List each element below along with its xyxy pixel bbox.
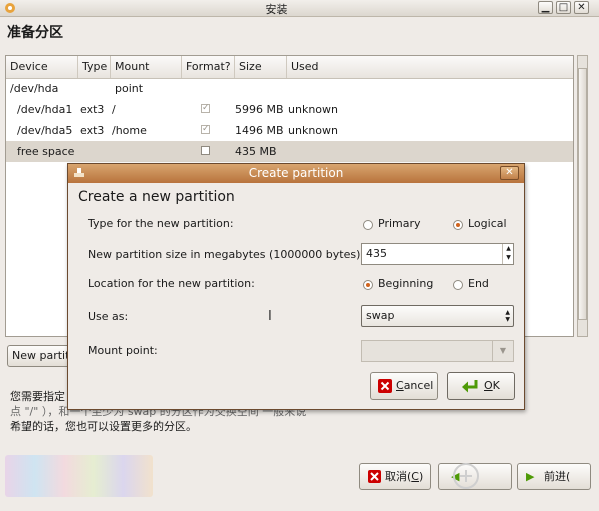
watermark-graphic	[453, 463, 479, 489]
table-row-selected[interactable]: free space 435 MB	[6, 141, 573, 162]
table-header: Device Type Mount point Format? Size Use…	[6, 56, 573, 95]
main-cancel-label: 取消(C)	[385, 470, 424, 483]
beginning-radio[interactable]	[363, 280, 373, 290]
format-checkbox[interactable]: ✓	[201, 104, 210, 113]
vertical-scrollbar[interactable]	[577, 55, 588, 337]
use-as-combobox[interactable]: swap ▲ ▼	[361, 305, 514, 327]
mount-point-label: Mount point:	[88, 344, 158, 357]
beginning-radio-label[interactable]: Beginning	[378, 277, 433, 290]
dialog-ok-button[interactable]: OK	[447, 372, 515, 400]
cell-mount: /home	[112, 124, 147, 137]
table-row[interactable]: /dev/hda1 ext3 / ✓ 5996 MB unknown	[6, 99, 573, 120]
dialog-ok-label: OK	[484, 379, 500, 392]
primary-radio-label[interactable]: Primary	[378, 217, 421, 230]
use-as-label: Use as:	[88, 310, 129, 323]
dialog-titlebar[interactable]: Create partition ✕	[68, 164, 524, 183]
cell-device: /dev/hda	[10, 82, 59, 95]
combo-arrows-icon: ▲ ▼	[505, 309, 510, 323]
use-as-value: swap	[366, 309, 395, 322]
type-label: Type for the new partition:	[88, 217, 234, 230]
window-title: 安装	[265, 3, 288, 16]
chevron-down-icon: ▼	[492, 341, 513, 361]
format-checkbox[interactable]	[201, 146, 210, 155]
info-text-line3: 希望的话，您也可以设置更多的分区。	[10, 420, 197, 433]
dialog-cancel-button[interactable]: Cancel	[370, 372, 438, 400]
maximize-button[interactable]: □	[556, 1, 571, 14]
ok-return-arrow-icon	[462, 380, 478, 393]
dialog-title: Create partition	[248, 166, 344, 180]
cell-type: ext3	[80, 103, 105, 116]
create-partition-dialog[interactable]: Create partition ✕ Create a new partitio…	[67, 163, 525, 410]
end-radio[interactable]	[453, 280, 463, 290]
primary-radio[interactable]	[363, 220, 373, 230]
mount-point-combobox[interactable]: ▼	[361, 340, 514, 362]
close-button[interactable]: ✕	[574, 1, 589, 14]
table-row[interactable]: /dev/hda	[6, 78, 573, 99]
location-label: Location for the new partition:	[88, 277, 255, 290]
column-header-device[interactable]: Device	[6, 56, 78, 78]
cell-device: /dev/hda1	[17, 103, 73, 116]
watermark	[450, 456, 590, 496]
column-header-type[interactable]: Type	[78, 56, 111, 78]
logical-radio-label[interactable]: Logical	[468, 217, 507, 230]
cell-used: unknown	[288, 103, 338, 116]
dialog-heading: Create a new partition	[78, 189, 235, 205]
blurred-logo	[5, 455, 153, 497]
format-checkbox[interactable]: ✓	[201, 125, 210, 134]
column-header-used[interactable]: Used	[287, 56, 573, 78]
spin-arrows-icon[interactable]: ▲ ▼	[502, 244, 514, 264]
minimize-button[interactable]: ▁	[538, 1, 553, 14]
window-titlebar[interactable]: 安装 ▁ □ ✕	[0, 0, 599, 17]
cell-type: ext3	[80, 124, 105, 137]
logical-radio[interactable]	[453, 220, 463, 230]
cancel-x-icon	[378, 379, 392, 393]
cell-device: free space	[17, 145, 75, 158]
cell-size: 1496 MB	[235, 124, 284, 137]
cell-size: 5996 MB	[235, 103, 284, 116]
size-spinbutton[interactable]: 435	[361, 243, 514, 265]
page-title: 准备分区	[7, 25, 63, 41]
column-header-size[interactable]: Size	[235, 56, 287, 78]
text-cursor-icon: Ⅰ	[268, 309, 272, 324]
column-header-mount-point[interactable]: Mount point	[111, 56, 182, 95]
table-row[interactable]: /dev/hda5 ext3 /home ✓ 1496 MB unknown	[6, 120, 573, 141]
cell-mount: /	[112, 103, 116, 116]
main-cancel-button[interactable]: 取消(C)	[359, 463, 431, 490]
cell-size: 435 MB	[235, 145, 277, 158]
dialog-close-button[interactable]: ✕	[500, 166, 519, 180]
end-radio-label[interactable]: End	[468, 277, 489, 290]
info-text-line1: 您需要指定	[10, 390, 65, 403]
size-label: New partition size in megabytes (1000000…	[88, 248, 365, 261]
scrollbar-thumb[interactable]	[578, 68, 587, 320]
column-header-format[interactable]: Format?	[182, 56, 235, 78]
cell-used: unknown	[288, 124, 338, 137]
dialog-cancel-label: Cancel	[396, 379, 434, 392]
cancel-x-icon	[368, 470, 381, 483]
cell-device: /dev/hda5	[17, 124, 73, 137]
